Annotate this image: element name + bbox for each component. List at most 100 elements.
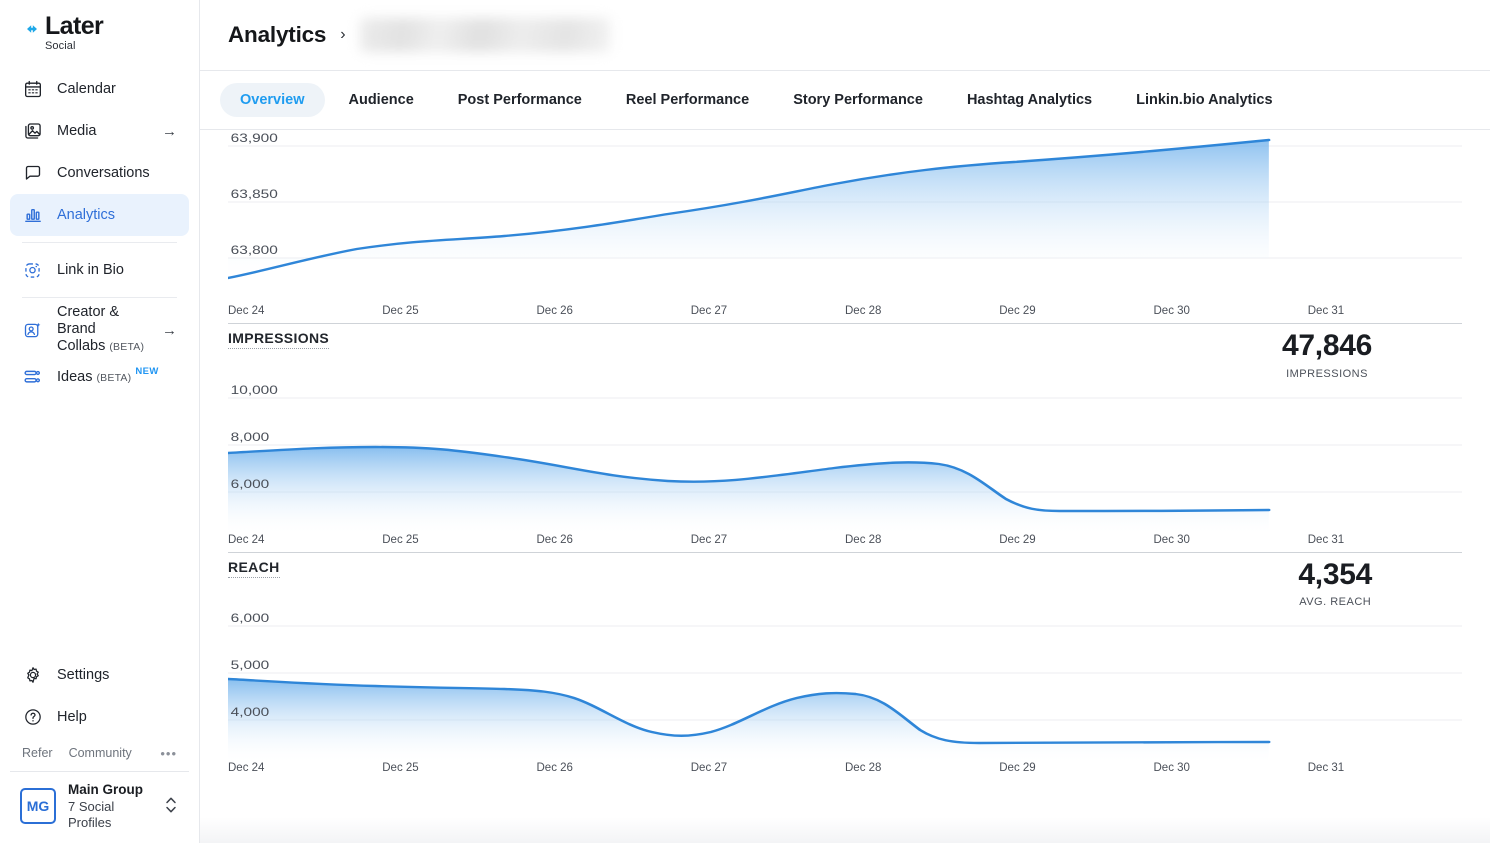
sidebar-item-creator-collabs[interactable]: Creator & Brand Collabs(BETA) → (10, 304, 189, 356)
tab-story-performance[interactable]: Story Performance (773, 83, 943, 117)
x-tick: Dec 31 (1308, 305, 1462, 317)
help-icon (22, 706, 43, 727)
media-icon (22, 121, 43, 142)
metric-block-reach: REACH 4,354 AVG. REACH (228, 553, 1462, 775)
profile-switcher[interactable]: MG Main Group 7 Social Profiles (10, 771, 189, 843)
analytics-tabbar: Overview Audience Post Performance Reel … (200, 71, 1490, 130)
sidebar-item-calendar[interactable]: Calendar (10, 68, 189, 110)
svg-text:10,000: 10,000 (231, 383, 279, 396)
x-tick: Dec 30 (1154, 305, 1308, 317)
impressions-title: IMPRESSIONS (228, 330, 329, 349)
profile-subtitle: 7 Social Profiles (68, 799, 153, 832)
breadcrumb-redacted (360, 18, 610, 52)
svg-text:63,900: 63,900 (231, 132, 279, 145)
tab-post-performance[interactable]: Post Performance (438, 83, 602, 117)
chevron-updown-icon[interactable] (165, 794, 177, 818)
chart-followers-xaxis: Dec 24 Dec 25 Dec 26 Dec 27 Dec 28 Dec 2… (228, 305, 1462, 317)
sidebar-item-ideas[interactable]: Ideas (BETA) NEW (10, 356, 189, 398)
sidebar-item-help[interactable]: Help (10, 696, 189, 738)
reach-title: REACH (228, 559, 280, 578)
sidebar-item-analytics[interactable]: Analytics (10, 194, 189, 236)
x-tick: Dec 24 (228, 762, 382, 774)
sidebar-item-label: Settings (57, 667, 109, 683)
sidebar-nav: Calendar Media → (0, 62, 199, 398)
sidebar-item-label: Media (57, 123, 97, 139)
analytics-icon (22, 205, 43, 226)
logo-tagline: Social (45, 41, 103, 52)
tab-hashtag-analytics[interactable]: Hashtag Analytics (947, 83, 1112, 117)
sidebar-divider-1 (22, 242, 177, 243)
sidebar-item-label: Help (57, 709, 87, 725)
x-tick: Dec 30 (1154, 762, 1308, 774)
chart-followers: 63,900 63,850 63,800 Dec 24 Dec 25 Dec 2… (228, 130, 1462, 324)
x-tick: Dec 28 (845, 762, 999, 774)
sidebar-item-label: Conversations (57, 165, 150, 181)
analytics-scroll-area[interactable]: 63,900 63,850 63,800 Dec 24 Dec 25 Dec 2… (200, 130, 1490, 843)
chart-impressions-xaxis: Dec 24 Dec 25 Dec 26 Dec 27 Dec 28 Dec 2… (228, 534, 1462, 546)
chart-impressions: 10,000 8,000 6,000 Dec 24 Dec 25 Dec 26 … (228, 382, 1462, 553)
more-options-icon[interactable]: ••• (160, 746, 177, 761)
profile-name: Main Group (68, 782, 153, 799)
sidebar-item-media[interactable]: Media → (10, 110, 189, 152)
refer-link[interactable]: Refer (22, 746, 53, 760)
reach-header: REACH 4,354 AVG. REACH (228, 553, 1462, 611)
sidebar-item-label: Analytics (57, 207, 115, 223)
chart-series (228, 447, 1269, 534)
app-logo[interactable]: Later Social (0, 0, 199, 62)
svg-text:6,000: 6,000 (231, 612, 270, 625)
impressions-kpi-value: 47,846 (1282, 330, 1372, 362)
new-badge: NEW (135, 366, 158, 377)
avatar: MG (20, 788, 56, 824)
tab-audience[interactable]: Audience (329, 83, 434, 117)
x-tick: Dec 29 (999, 762, 1153, 774)
metric-block-followers: 63,900 63,850 63,800 Dec 24 Dec 25 Dec 2… (228, 130, 1462, 324)
chart-impressions-svg: 10,000 8,000 6,000 (228, 382, 1462, 534)
x-tick: Dec 25 (382, 305, 536, 317)
x-tick: Dec 26 (537, 534, 691, 546)
x-tick: Dec 30 (1154, 534, 1308, 546)
tab-reel-performance[interactable]: Reel Performance (606, 83, 769, 117)
x-tick: Dec 31 (1308, 762, 1462, 774)
logo-wordmark: Later (45, 14, 103, 39)
x-tick: Dec 26 (537, 305, 691, 317)
x-tick: Dec 29 (999, 305, 1153, 317)
x-tick: Dec 28 (845, 534, 999, 546)
ideas-icon (22, 367, 43, 388)
tab-linkinbio-analytics[interactable]: Linkin.bio Analytics (1116, 83, 1292, 117)
sidebar-item-label: Calendar (57, 81, 116, 97)
sidebar-item-label: Ideas (57, 369, 92, 385)
x-tick: Dec 27 (691, 305, 845, 317)
x-tick: Dec 25 (382, 534, 536, 546)
community-link[interactable]: Community (69, 746, 132, 760)
beta-badge: (BETA) (109, 341, 144, 353)
svg-text:63,850: 63,850 (231, 188, 279, 201)
impressions-header: IMPRESSIONS 47,846 IMPRESSIONS (228, 324, 1462, 382)
x-tick: Dec 25 (382, 762, 536, 774)
x-tick: Dec 31 (1308, 534, 1462, 546)
sidebar-item-link-in-bio[interactable]: Link in Bio (10, 249, 189, 291)
svg-text:63,800: 63,800 (231, 244, 279, 257)
gear-icon (22, 664, 43, 685)
app-root: Later Social Calendar (0, 0, 1490, 843)
chart-series (228, 140, 1269, 278)
beta-badge: (BETA) (96, 372, 131, 384)
tab-overview[interactable]: Overview (220, 83, 325, 117)
sidebar-divider-2 (22, 297, 177, 298)
svg-text:4,000: 4,000 (231, 706, 270, 719)
metric-block-impressions: IMPRESSIONS 47,846 IMPRESSIONS (228, 324, 1462, 553)
main-content: Analytics › Overview Audience Post Perfo… (200, 0, 1490, 843)
reach-kpi-label: AVG. REACH (1298, 596, 1372, 608)
sidebar-item-label: Link in Bio (57, 262, 124, 278)
sidebar-footer: Settings Help Refer Community ••• MG (0, 654, 199, 843)
chart-reach-xaxis: Dec 24 Dec 25 Dec 26 Dec 27 Dec 28 Dec 2… (228, 762, 1462, 774)
sidebar: Later Social Calendar (0, 0, 200, 843)
arrow-right-icon: → (162, 323, 177, 338)
chart-reach-svg: 6,000 5,000 4,000 (228, 610, 1462, 762)
svg-text:8,000: 8,000 (231, 430, 270, 443)
arrow-right-icon: → (162, 124, 177, 139)
sidebar-item-settings[interactable]: Settings (10, 654, 189, 696)
sidebar-item-conversations[interactable]: Conversations (10, 152, 189, 194)
reach-kpi-value: 4,354 (1298, 559, 1372, 591)
page-title: Analytics (228, 22, 326, 48)
later-logo-icon (22, 19, 42, 39)
